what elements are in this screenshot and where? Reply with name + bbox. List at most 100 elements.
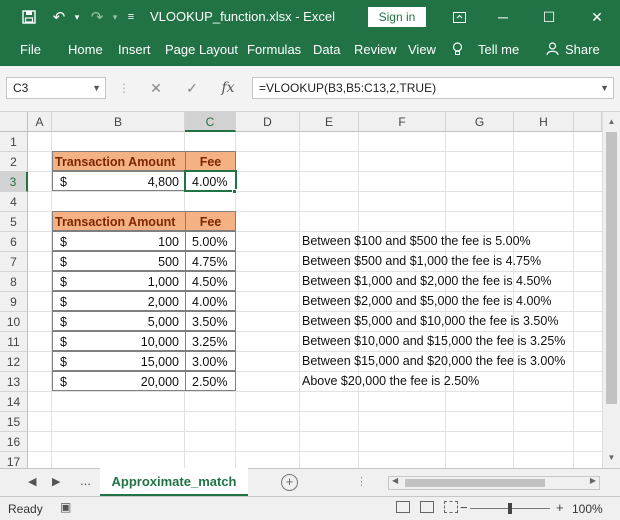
row-header-1[interactable]: 1 (0, 132, 28, 152)
tab-data[interactable]: Data (313, 42, 340, 57)
row-header-15[interactable]: 15 (0, 412, 28, 432)
cell-b12[interactable]: $15,000 (52, 351, 186, 371)
row-header-3[interactable]: 3 (0, 172, 28, 192)
scrollbar-thumb[interactable] (606, 132, 617, 404)
scroll-right-icon[interactable]: ▶ (590, 476, 596, 485)
cell-e10[interactable]: Between $5,000 and $10,000 the fee is 3.… (302, 311, 558, 331)
drag-handle-icon[interactable]: ⋮ (118, 81, 130, 95)
enter-icon[interactable]: ✓ (174, 80, 210, 97)
share-button[interactable]: Share (565, 42, 600, 57)
row-header-17[interactable]: 17 (0, 452, 28, 468)
cell-e13[interactable]: Above $20,000 the fee is 2.50% (302, 371, 479, 391)
select-all-corner[interactable] (0, 112, 28, 132)
zoom-in-icon[interactable]: + (556, 500, 564, 515)
prev-sheet-icon[interactable]: ◀ (28, 475, 36, 488)
row-header-10[interactable]: 10 (0, 312, 28, 332)
cell-c2[interactable]: Fee (185, 151, 236, 171)
cell-b2[interactable]: Transaction Amount (52, 151, 186, 171)
vertical-scrollbar[interactable]: ▲ ▼ (602, 112, 620, 468)
tab-file[interactable]: File (20, 42, 41, 57)
cell-e7[interactable]: Between $500 and $1,000 the fee is 4.75% (302, 251, 541, 271)
row-header-6[interactable]: 6 (0, 232, 28, 252)
cell-e6[interactable]: Between $100 and $500 the fee is 5.00% (302, 231, 531, 251)
cell-c5[interactable]: Fee (185, 211, 236, 231)
lightbulb-icon[interactable] (452, 42, 463, 59)
cell-c6[interactable]: 5.00% (185, 231, 236, 251)
cell-c10[interactable]: 3.50% (185, 311, 236, 331)
page-break-view-icon[interactable] (444, 501, 458, 513)
worksheet-grid[interactable]: A B C D E F G H 1 2 3 4 5 6 7 8 9 10 11 … (0, 112, 602, 468)
formula-input[interactable]: =VLOOKUP(B3,B5:C13,2,TRUE) ▼ (252, 77, 614, 99)
column-header-e[interactable]: E (300, 112, 359, 132)
row-header-16[interactable]: 16 (0, 432, 28, 452)
customize-toolbar-icon[interactable]: ≡ (118, 0, 144, 34)
normal-view-icon[interactable] (396, 501, 410, 513)
tab-splitter-icon[interactable]: ⋮ (356, 475, 367, 488)
cell-b7[interactable]: $500 (52, 251, 186, 271)
scroll-up-icon[interactable]: ▲ (603, 114, 620, 130)
row-header-11[interactable]: 11 (0, 332, 28, 352)
cell-b10[interactable]: $5,000 (52, 311, 186, 331)
column-header-b[interactable]: B (52, 112, 185, 132)
row-header-13[interactable]: 13 (0, 372, 28, 392)
cell-c12[interactable]: 3.00% (185, 351, 236, 371)
ribbon-display-icon[interactable] (442, 0, 476, 34)
horizontal-scrollbar[interactable]: ◀ ▶ (388, 476, 600, 490)
next-sheet-icon[interactable]: ▶ (52, 475, 60, 488)
sign-in-button[interactable]: Sign in (368, 7, 426, 27)
cell-e8[interactable]: Between $1,000 and $2,000 the fee is 4.5… (302, 271, 552, 291)
zoom-out-icon[interactable]: − (460, 500, 468, 515)
cell-c8[interactable]: 4.50% (185, 271, 236, 291)
row-header-8[interactable]: 8 (0, 272, 28, 292)
scroll-left-icon[interactable]: ◀ (392, 476, 398, 485)
tab-review[interactable]: Review (354, 42, 397, 57)
zoom-slider-knob[interactable] (508, 503, 512, 514)
tell-me-search[interactable]: Tell me (478, 42, 519, 57)
row-header-7[interactable]: 7 (0, 252, 28, 272)
page-layout-view-icon[interactable] (420, 501, 434, 513)
tab-home[interactable]: Home (68, 42, 103, 57)
cell-e9[interactable]: Between $2,000 and $5,000 the fee is 4.0… (302, 291, 552, 311)
share-icon[interactable] (546, 42, 559, 58)
cell-b3[interactable]: $ 4,800 (52, 171, 186, 191)
zoom-level[interactable]: 100% (572, 502, 603, 516)
tab-view[interactable]: View (408, 42, 436, 57)
scrollbar-thumb[interactable] (405, 479, 545, 487)
cell-b13[interactable]: $20,000 (52, 371, 186, 391)
column-header-g[interactable]: G (446, 112, 514, 132)
chevron-down-icon[interactable]: ▼ (92, 78, 101, 98)
column-header-h[interactable]: H (514, 112, 574, 132)
cell-c11[interactable]: 3.25% (185, 331, 236, 351)
cancel-icon[interactable]: ✕ (138, 80, 174, 97)
row-header-2[interactable]: 2 (0, 152, 28, 172)
name-box[interactable]: C3 ▼ (6, 77, 106, 99)
expand-formula-icon[interactable]: ▼ (600, 78, 609, 98)
scroll-down-icon[interactable]: ▼ (603, 450, 620, 466)
cell-e11[interactable]: Between $10,000 and $15,000 the fee is 3… (302, 331, 565, 351)
minimize-icon[interactable]: ─ (486, 0, 520, 34)
save-icon[interactable] (16, 0, 42, 34)
column-header-d[interactable]: D (236, 112, 300, 132)
cell-b9[interactable]: $2,000 (52, 291, 186, 311)
maximize-icon[interactable]: ☐ (532, 0, 566, 34)
row-header-9[interactable]: 9 (0, 292, 28, 312)
cell-c13[interactable]: 2.50% (185, 371, 236, 391)
fill-handle[interactable] (232, 189, 237, 194)
cell-b11[interactable]: $10,000 (52, 331, 186, 351)
tab-insert[interactable]: Insert (118, 42, 151, 57)
macro-record-icon[interactable]: ▣ (60, 500, 71, 514)
cell-c9[interactable]: 4.00% (185, 291, 236, 311)
row-header-4[interactable]: 4 (0, 192, 28, 212)
cell-c7[interactable]: 4.75% (185, 251, 236, 271)
more-sheets-button[interactable]: ... (80, 473, 91, 488)
row-header-12[interactable]: 12 (0, 352, 28, 372)
sheet-tab-active[interactable]: Approximate_match (100, 468, 248, 497)
column-header-f[interactable]: F (359, 112, 446, 132)
insert-function-icon[interactable]: fx (210, 80, 246, 96)
column-header-a[interactable]: A (28, 112, 52, 132)
cell-b5[interactable]: Transaction Amount (52, 211, 186, 231)
cell-c3[interactable]: 4.00% (184, 170, 237, 192)
close-icon[interactable]: ✕ (580, 0, 614, 34)
cell-b6[interactable]: $100 (52, 231, 186, 251)
cell-b8[interactable]: $1,000 (52, 271, 186, 291)
